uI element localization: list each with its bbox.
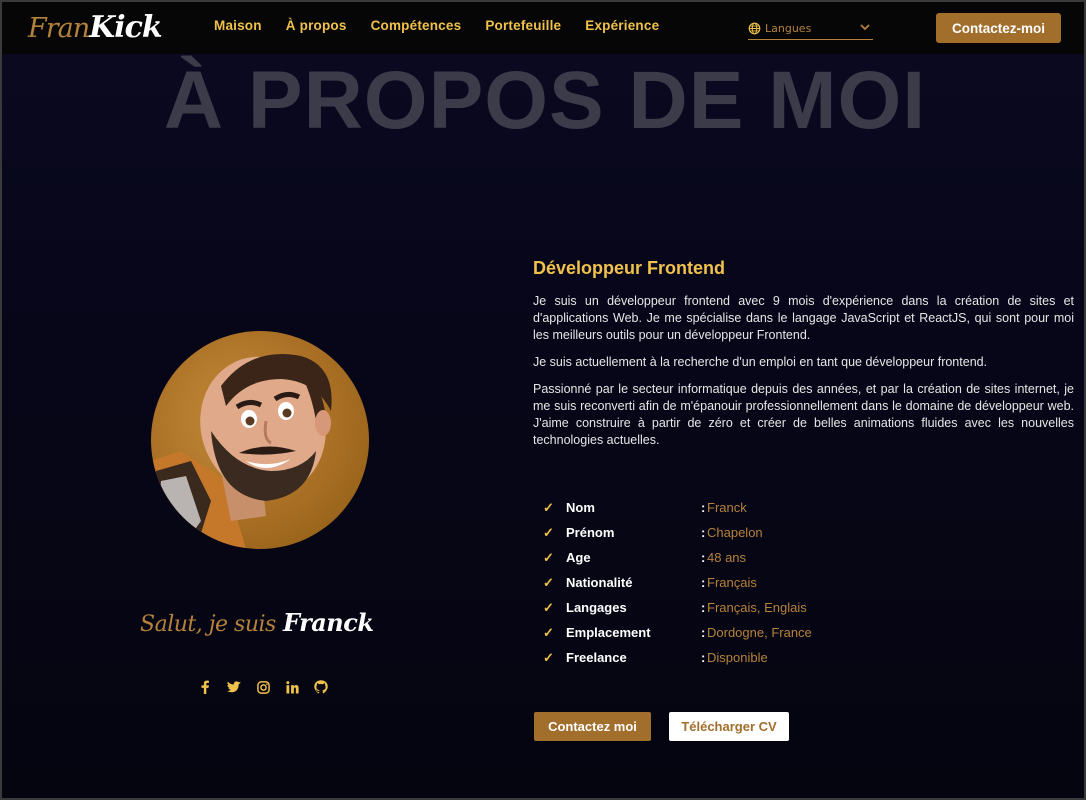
check-icon: ✓ [543, 574, 554, 590]
info-value: Franck [707, 500, 747, 515]
brand-logo[interactable]: Fran Kick [28, 10, 163, 46]
info-value: 48 ans [707, 550, 747, 565]
info-row-freelance: ✓ Freelance : Disponible [543, 645, 768, 670]
check-icon: ✓ [543, 499, 554, 515]
info-key: Freelance [566, 650, 627, 665]
greeting: Salut, je suis Franck [140, 608, 400, 637]
info-value: Français, Englais [707, 600, 807, 615]
info-key: Nom [566, 500, 595, 515]
check-icon: ✓ [543, 624, 554, 640]
info-separator: : [701, 500, 706, 515]
globe-icon [748, 22, 761, 35]
info-separator: : [701, 550, 706, 565]
check-icon: ✓ [543, 649, 554, 665]
check-icon: ✓ [543, 549, 554, 565]
navbar: Fran Kick Maison À propos Compétences Po… [2, 2, 1084, 54]
bio: Je suis un développeur frontend avec 9 m… [533, 293, 1074, 459]
contact-button[interactable]: Contactez moi [534, 712, 651, 741]
avatar-illustration [151, 354, 332, 549]
social-links [197, 679, 329, 695]
nav-contact-button[interactable]: Contactez-moi [936, 13, 1061, 43]
language-select[interactable]: Langues [748, 18, 873, 40]
info-separator: : [701, 525, 706, 540]
info-key: Age [566, 550, 591, 565]
nav-link-a-propos[interactable]: À propos [286, 18, 347, 33]
info-row-age: ✓ Age : 48 ans [543, 545, 746, 570]
greeting-prefix: Salut, je suis [140, 612, 276, 637]
check-icon: ✓ [543, 524, 554, 540]
check-icon: ✓ [543, 599, 554, 615]
info-value: Chapelon [707, 525, 763, 540]
nav-link-portefeuille[interactable]: Portefeuille [485, 18, 561, 33]
info-separator: : [701, 575, 706, 590]
page: Fran Kick Maison À propos Compétences Po… [0, 0, 1086, 800]
info-row-emplacement: ✓ Emplacement : Dordogne, France [543, 620, 812, 645]
bio-paragraph: Je suis actuellement à la recherche d'un… [533, 355, 988, 369]
language-select-label: Langues [765, 22, 812, 35]
nav-link-competences[interactable]: Compétences [371, 18, 462, 33]
twitter-icon[interactable] [226, 679, 242, 695]
info-row-nom: ✓ Nom : Franck [543, 495, 747, 520]
nav-link-maison[interactable]: Maison [214, 18, 262, 33]
info-key: Nationalité [566, 575, 633, 590]
chevron-down-icon [860, 24, 870, 31]
brand-logo-part1: Fran [28, 13, 90, 44]
info-row-langages: ✓ Langages : Français, Englais [543, 595, 807, 620]
info-value: Disponible [707, 650, 768, 665]
github-icon[interactable] [313, 679, 329, 695]
nav-link-experience[interactable]: Expérience [585, 18, 659, 33]
brand-logo-part2: Kick [89, 10, 163, 45]
instagram-icon[interactable] [255, 679, 271, 695]
greeting-name: Franck [282, 608, 374, 637]
facebook-icon[interactable] [197, 679, 213, 695]
info-key: Emplacement [566, 625, 651, 640]
info-row-nationalite: ✓ Nationalité : Français [543, 570, 757, 595]
info-separator: : [701, 600, 706, 615]
bio-paragraph: Je suis un développeur frontend avec 9 m… [533, 294, 1074, 342]
role-heading: Développeur Frontend [533, 258, 726, 278]
info-value: Français [707, 575, 757, 590]
info-key: Prénom [566, 525, 615, 540]
info-separator: : [701, 625, 706, 640]
info-separator: : [701, 650, 706, 665]
info-list: ✓ Nom : Franck ✓ Prénom : Chapelon ✓ Age… [543, 495, 812, 670]
section-title: À PROPOS DE MOI [163, 55, 927, 146]
nav-links: Maison À propos Compétences Portefeuille… [214, 18, 659, 33]
info-row-prenom: ✓ Prénom : Chapelon [543, 520, 763, 545]
linkedin-icon[interactable] [284, 679, 300, 695]
info-key: Langages [566, 600, 627, 615]
bio-paragraph: Passionné par le secteur informatique de… [533, 382, 1074, 447]
download-cv-button[interactable]: Télécharger CV [669, 712, 789, 741]
avatar [151, 331, 369, 549]
info-value: Dordogne, France [707, 625, 812, 640]
